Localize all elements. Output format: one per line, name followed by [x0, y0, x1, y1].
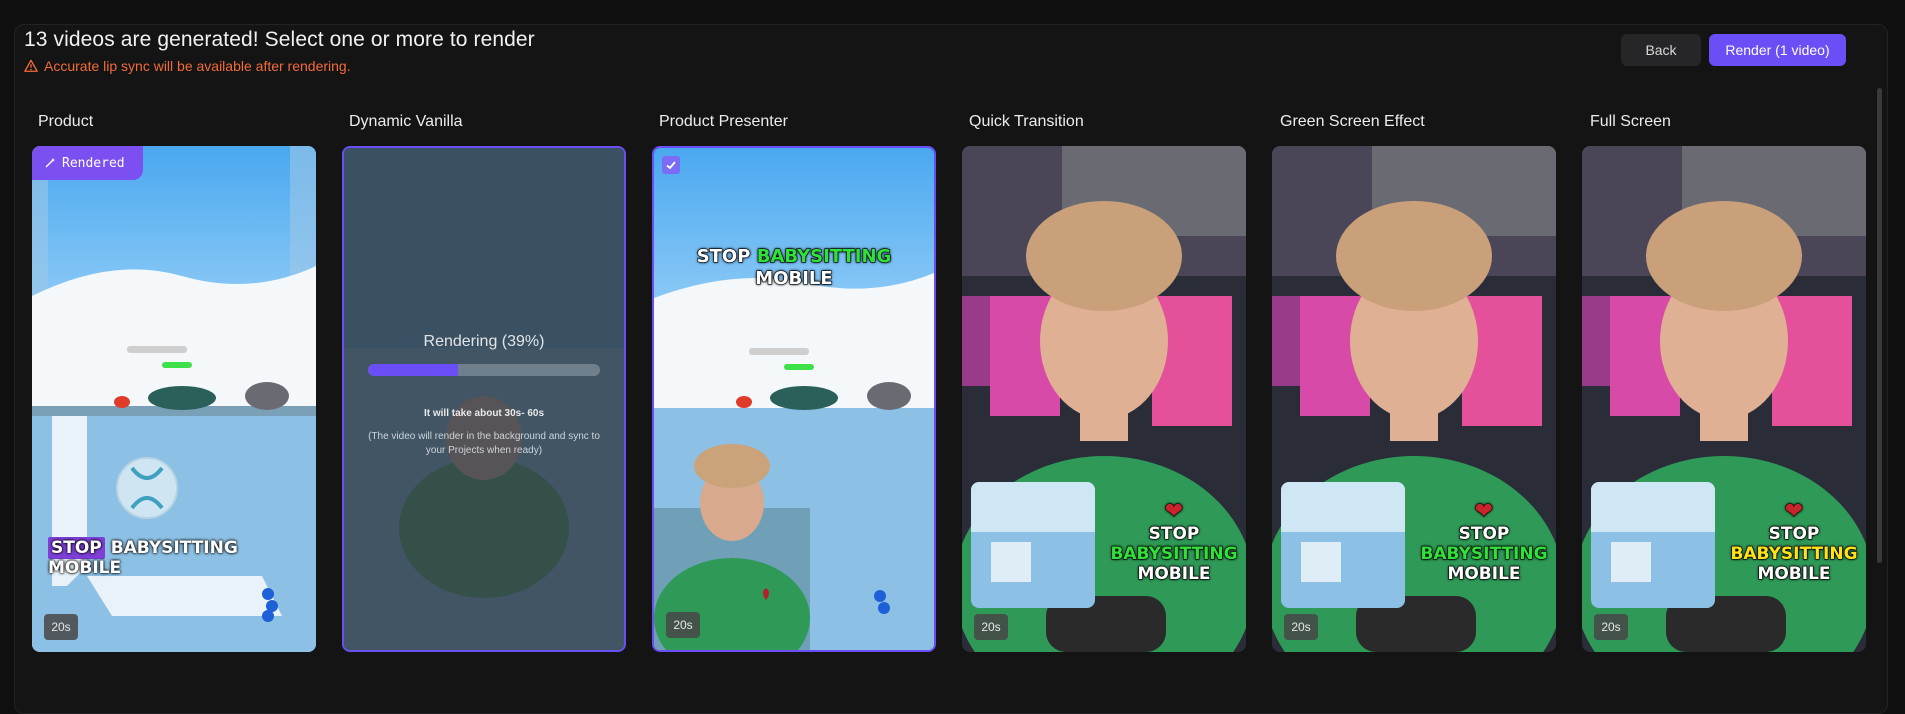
checkmark-icon — [666, 161, 676, 170]
selected-checkbox[interactable] — [662, 156, 680, 174]
game-inset-image — [971, 482, 1095, 608]
rendered-badge: Rendered — [32, 146, 143, 180]
video-card-full-screen[interactable]: ❤ STOP BABYSITTING MOBILE 20s — [1582, 146, 1866, 652]
video-caption: ❤ STOP BABYSITTING MOBILE — [1730, 499, 1858, 585]
blurred-preview-image — [344, 148, 624, 650]
video-card-green-screen-effect[interactable]: ❤ STOP BABYSITTING MOBILE 20s — [1272, 146, 1556, 652]
video-card-product-presenter[interactable]: STOP BABYSITTING MOBILE 20s — [652, 146, 936, 652]
lip-sync-warning: Accurate lip sync will be available afte… — [24, 58, 351, 74]
duration-badge: 20s — [974, 614, 1008, 640]
warning-text: Accurate lip sync will be available afte… — [44, 58, 351, 74]
column-label-product: Product — [38, 113, 94, 130]
video-card-quick-transition[interactable]: ❤ STOP BABYSITTING MOBILE 20s — [962, 146, 1246, 652]
video-caption: STOP BABYSITTING MOBILE — [48, 537, 238, 578]
video-caption: STOP BABYSITTING MOBILE — [696, 245, 892, 289]
duration-badge: 20s — [1284, 614, 1318, 640]
duration-badge: 20s — [1594, 614, 1628, 640]
vertical-scrollbar[interactable] — [1877, 88, 1882, 563]
column-label-product-presenter: Product Presenter — [659, 113, 788, 130]
game-inset-image — [1591, 482, 1715, 608]
rendering-title: Rendering (39%) — [423, 333, 545, 350]
video-card-dynamic-vanilla[interactable]: Rendering (39%) It will take about 30s- … — [342, 146, 626, 652]
render-note: (The video will render in the background… — [368, 431, 600, 456]
render-progress-fill — [368, 364, 459, 376]
warning-icon — [24, 59, 38, 72]
presenter-preview-image — [654, 148, 934, 650]
render-button[interactable]: Render (1 video) — [1709, 34, 1846, 66]
duration-badge: 20s — [44, 614, 78, 640]
duration-badge: 20s — [666, 612, 700, 638]
video-caption: ❤ STOP BABYSITTING MOBILE — [1420, 499, 1548, 585]
render-eta: It will take about 30s- 60s — [423, 408, 545, 419]
column-label-green-screen-effect: Green Screen Effect — [1280, 113, 1425, 130]
column-label-full-screen: Full Screen — [1590, 113, 1671, 130]
game-inset-image — [1281, 482, 1405, 608]
magic-wand-icon — [45, 158, 55, 168]
render-progress-bar — [368, 364, 600, 376]
page-title: 13 videos are generated! Select one or m… — [24, 28, 535, 51]
column-label-quick-transition: Quick Transition — [969, 113, 1084, 130]
back-button[interactable]: Back — [1621, 34, 1701, 66]
column-label-dynamic-vanilla: Dynamic Vanilla — [349, 113, 463, 130]
video-caption: ❤ STOP BABYSITTING MOBILE — [1110, 499, 1238, 585]
video-card-product[interactable]: STOP BABYSITTING MOBILE Rendered 20s — [32, 146, 316, 652]
